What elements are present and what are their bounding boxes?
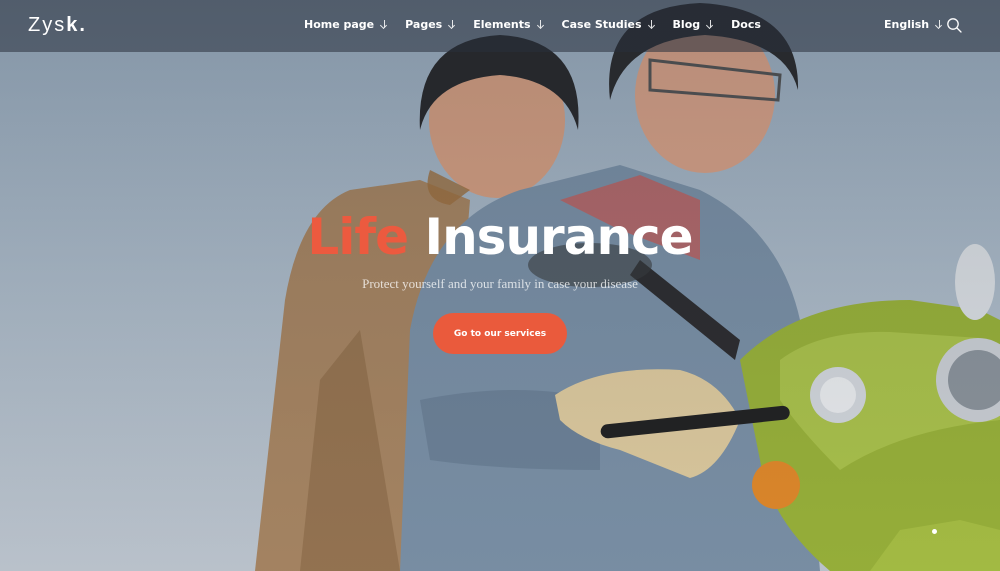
menu-item-label: Elements	[473, 18, 531, 31]
site-logo[interactable]: Zysk.	[28, 14, 87, 37]
menu-item-docs[interactable]: Docs	[731, 18, 761, 31]
language-selector[interactable]: English	[884, 18, 943, 31]
menu-item-home-page[interactable]: Home page	[304, 18, 388, 31]
menu-item-label: Docs	[731, 18, 761, 31]
language-label: English	[884, 18, 930, 31]
menu-item-case-studies[interactable]: Case Studies	[562, 18, 656, 31]
search-icon[interactable]	[946, 17, 962, 33]
menu-item-label: Home page	[304, 18, 375, 31]
top-navbar: Zysk. Home page Pages Elements Case Stud…	[0, 0, 1000, 52]
chevron-down-icon	[380, 20, 388, 29]
chevron-down-icon	[706, 20, 714, 29]
menu-item-blog[interactable]: Blog	[673, 18, 715, 31]
hero-title: Life Insurance	[0, 208, 1000, 266]
menu-item-pages[interactable]: Pages	[405, 18, 456, 31]
chevron-down-icon	[935, 20, 943, 29]
slider-dot[interactable]	[932, 529, 937, 534]
services-button[interactable]: Go to our services	[433, 313, 567, 354]
menu-item-elements[interactable]: Elements	[473, 18, 544, 31]
hero-title-rest: Insurance	[408, 208, 693, 266]
chevron-down-icon	[448, 20, 456, 29]
hero-section: Zysk. Home page Pages Elements Case Stud…	[0, 0, 1000, 571]
menu-item-label: Case Studies	[561, 18, 642, 31]
hero-title-accent: Life	[307, 208, 409, 266]
main-menu: Home page Pages Elements Case Studies Bl…	[304, 18, 778, 31]
logo-regular: Zys	[28, 14, 67, 36]
chevron-down-icon	[648, 20, 656, 29]
hero-subtitle: Protect yourself and your family in case…	[362, 276, 638, 291]
menu-item-label: Blog	[672, 18, 701, 31]
menu-item-label: Pages	[405, 18, 443, 31]
logo-bold: k.	[66, 14, 87, 36]
chevron-down-icon	[537, 20, 545, 29]
